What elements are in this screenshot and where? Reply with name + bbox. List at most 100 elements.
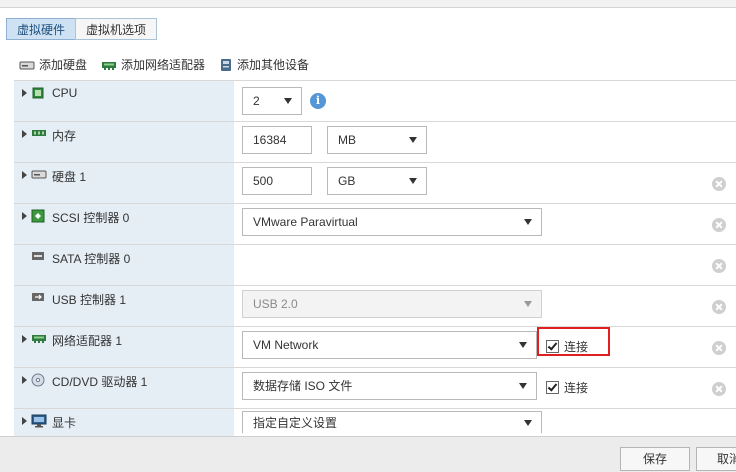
remove-device-icon[interactable] [712,341,726,355]
hardware-grid: CPU 2 i 内存 16384 MB 硬盘 1 500 GB SCSI 控制器… [14,80,736,437]
connect-checkbox[interactable] [546,340,559,353]
add-network-adapter-button[interactable]: 添加网络适配器 [101,56,205,73]
row-label-cell: 网络适配器 1 [14,327,234,367]
other-device-icon [221,58,232,71]
expand-arrow-icon[interactable] [22,89,27,97]
dialog-footer: 保存 取消 [0,436,736,472]
row-label-cell: CD/DVD 驱动器 1 [14,368,234,408]
row-label-cell: SCSI 控制器 0 [14,204,234,244]
add-network-adapter-label: 添加网络适配器 [121,58,206,72]
row-label-cell: CPU [14,81,234,121]
disk-unit-select[interactable]: GB [327,167,427,195]
cancel-button[interactable]: 取消 [696,447,736,471]
add-disk-button[interactable]: 添加硬盘 [19,56,87,73]
cpu-icon [32,87,44,99]
video-card-label: 显卡 [52,416,77,430]
usb-controller-label: USB 控制器 1 [52,293,127,307]
scsi-type-value: VMware Paravirtual [253,215,358,229]
scsi-controller-icon [31,209,45,223]
expand-arrow-icon[interactable] [22,212,27,220]
row-label-cell: USB 控制器 1 [14,286,234,326]
remove-device-icon[interactable] [712,218,726,232]
cd-dvd-media-value: 数据存储 ISO 文件 [253,379,353,393]
connect-label: 连接 [564,340,589,354]
video-settings-select[interactable]: 指定自定义设置 [242,411,542,433]
disk-size-value: 500 [253,174,274,188]
tab-bar: 虚拟硬件 虚拟机选项 [6,18,158,40]
row-sata-controller: SATA 控制器 0 [14,245,736,286]
remove-device-icon[interactable] [712,300,726,314]
memory-size-input[interactable]: 16384 [242,126,312,154]
network-value: VM Network [253,338,319,352]
monitor-icon [31,414,47,428]
network-select[interactable]: VM Network [242,331,537,359]
expand-arrow-icon[interactable] [22,130,27,138]
expand-arrow-icon[interactable] [22,335,27,343]
sata-controller-label: SATA 控制器 0 [52,252,131,266]
connect-label: 连接 [564,381,589,395]
chevron-down-icon [524,219,532,225]
memory-unit-select[interactable]: MB [327,126,427,154]
add-other-device-button[interactable]: 添加其他设备 [219,56,309,73]
hard-disk-icon [19,61,35,69]
network-adapter-icon [102,61,117,70]
memory-label: 内存 [52,129,77,143]
disk-unit-value: GB [338,174,356,188]
row-scsi-controller: SCSI 控制器 0 VMware Paravirtual [14,204,736,245]
chevron-down-icon [524,420,532,426]
row-usb-controller: USB 控制器 1 USB 2.0 [14,286,736,327]
row-network-adapter: 网络适配器 1 VM Network 连接 [14,327,736,368]
chevron-down-icon [409,137,417,143]
chevron-down-icon [409,178,417,184]
row-label-cell: 显卡 [14,409,234,437]
network-adapter-icon [32,335,46,343]
hard-disk-label: 硬盘 1 [52,170,87,184]
row-hard-disk: 硬盘 1 500 GB [14,163,736,204]
video-settings-value: 指定自定义设置 [253,416,338,430]
cd-dvd-icon [31,373,45,387]
row-label-cell: SATA 控制器 0 [14,245,234,285]
usb-type-select[interactable]: USB 2.0 [242,290,542,318]
chevron-down-icon [519,342,527,348]
cd-dvd-label: CD/DVD 驱动器 1 [52,375,148,389]
sata-controller-icon [32,252,44,260]
usb-controller-icon [32,293,44,301]
row-memory: 内存 16384 MB [14,122,736,163]
memory-size-value: 16384 [253,133,287,147]
cpu-count-select[interactable]: 2 [242,87,302,115]
window-top-strip [0,0,736,8]
network-adapter-label: 网络适配器 1 [52,334,123,348]
disk-size-input[interactable]: 500 [242,167,312,195]
add-disk-label: 添加硬盘 [39,58,88,72]
hard-disk-icon [31,170,47,179]
connect-checkbox[interactable] [546,381,559,394]
expand-arrow-icon[interactable] [22,376,27,384]
expand-arrow-icon[interactable] [22,417,27,425]
usb-type-value: USB 2.0 [253,297,298,311]
cpu-label: CPU [52,86,78,100]
cd-dvd-connect-toggle[interactable]: 连接 [546,379,588,396]
scsi-controller-label: SCSI 控制器 0 [52,211,130,225]
info-icon[interactable]: i [310,93,326,109]
network-connect-toggle[interactable]: 连接 [546,338,588,355]
remove-device-icon[interactable] [712,382,726,396]
row-video-card: 显卡 指定自定义设置 [14,409,736,437]
chevron-down-icon [519,383,527,389]
remove-device-icon[interactable] [712,177,726,191]
add-other-device-label: 添加其他设备 [237,58,310,72]
row-cd-dvd-drive: CD/DVD 驱动器 1 数据存储 ISO 文件 连接 [14,368,736,409]
expand-arrow-icon[interactable] [22,171,27,179]
remove-device-icon[interactable] [712,259,726,273]
chevron-down-icon [524,301,532,307]
cd-dvd-media-select[interactable]: 数据存储 ISO 文件 [242,372,537,400]
tab-virtual-hardware[interactable]: 虚拟硬件 [6,18,77,40]
tab-vm-options[interactable]: 虚拟机选项 [75,18,158,40]
memory-unit-value: MB [338,133,356,147]
toolbar: 添加硬盘 添加网络适配器 添加其他设备 [19,56,323,73]
memory-icon [32,130,46,136]
row-label-cell: 内存 [14,122,234,162]
row-label-cell: 硬盘 1 [14,163,234,203]
chevron-down-icon [284,98,292,104]
save-button[interactable]: 保存 [620,447,690,471]
scsi-type-select[interactable]: VMware Paravirtual [242,208,542,236]
